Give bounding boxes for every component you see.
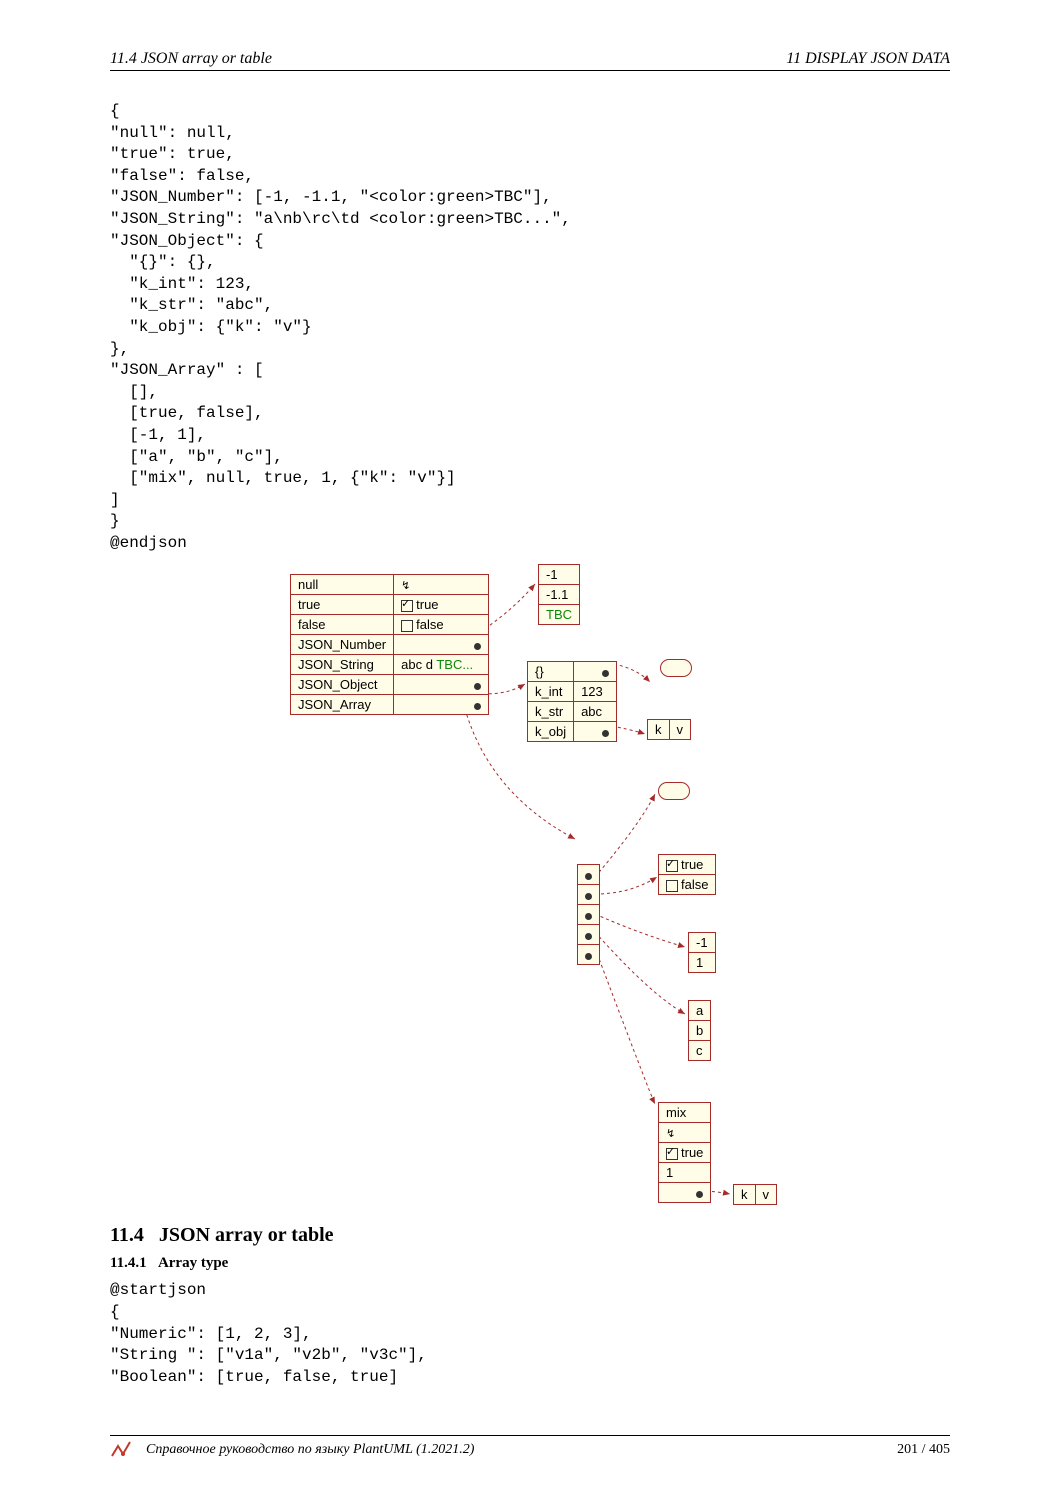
cell: k_obj <box>528 722 574 742</box>
cell: 1 <box>689 953 716 973</box>
cell: k_int <box>528 682 574 702</box>
cell: true <box>394 595 489 615</box>
header-left: 11.4 JSON array or table <box>110 50 272 68</box>
cell: ↯ <box>659 1123 711 1143</box>
cell: 1 <box>659 1163 711 1183</box>
cell <box>394 675 489 695</box>
header-right: 11 DISPLAY JSON DATA <box>786 50 950 68</box>
link-dot-icon <box>585 933 592 940</box>
cell: v <box>755 1185 777 1205</box>
cell: false <box>659 875 716 895</box>
num-array-table: -1 -1.1 TBC <box>538 564 580 625</box>
mix-table: mix ↯ true 1 <box>658 1102 711 1203</box>
page-number: 201 / 405 <box>897 1442 950 1458</box>
checkbox-icon <box>401 600 413 612</box>
cell: JSON_Number <box>291 635 394 655</box>
link-dot-icon <box>585 953 592 960</box>
link-dot-icon <box>474 683 481 690</box>
cell: -1.1 <box>539 585 580 605</box>
cell: v <box>669 720 691 740</box>
page-footer: Справочное руководство по языку PlantUML… <box>110 1435 950 1460</box>
json-diagram: null↯ truetrue falsefalse JSON_Number JS… <box>180 564 880 1204</box>
cell <box>574 722 617 742</box>
link-dot-icon <box>585 893 592 900</box>
checkbox-icon <box>401 620 413 632</box>
link-dot-icon <box>696 1191 703 1198</box>
link-dot-icon <box>602 730 609 737</box>
link-dot-icon <box>474 703 481 710</box>
checkbox-icon <box>666 1148 678 1160</box>
cell: true <box>659 1143 711 1163</box>
kv-table: kv <box>647 719 691 740</box>
cell: JSON_String <box>291 655 394 675</box>
cell: false <box>291 615 394 635</box>
abc-table: a b c <box>688 1000 711 1061</box>
cell: {} <box>528 662 574 682</box>
array-dots-table <box>577 864 600 965</box>
cell <box>578 905 600 925</box>
checkbox-icon <box>666 860 678 872</box>
cell <box>578 865 600 885</box>
cell: k <box>648 720 670 740</box>
object-table: {} k_int123 k_strabc k_obj <box>527 661 617 742</box>
empty-oval-icon <box>658 782 690 800</box>
cell: k_str <box>528 702 574 722</box>
cell: c <box>689 1041 711 1061</box>
empty-oval-icon <box>660 659 692 677</box>
cell: -1 <box>689 933 716 953</box>
cell: abc d TBC... <box>394 655 489 675</box>
cell: JSON_Array <box>291 695 394 715</box>
cell: a <box>689 1001 711 1021</box>
cell: mix <box>659 1103 711 1123</box>
tf-table: true false <box>658 854 716 895</box>
cell: k <box>734 1185 756 1205</box>
main-table: null↯ truetrue falsefalse JSON_Number JS… <box>290 574 489 715</box>
cell: -1 <box>539 565 580 585</box>
cell <box>578 945 600 965</box>
link-dot-icon <box>602 670 609 677</box>
link-dot-icon <box>585 873 592 880</box>
section-heading: 11.4 JSON array or table <box>110 1224 950 1247</box>
page-header: 11.4 JSON array or table 11 DISPLAY JSON… <box>110 50 950 71</box>
cell: true <box>291 595 394 615</box>
cell: true <box>659 855 716 875</box>
link-dot-icon <box>474 643 481 650</box>
cell <box>394 695 489 715</box>
cell: JSON_Object <box>291 675 394 695</box>
cell: ↯ <box>394 575 489 595</box>
cell: TBC <box>539 605 580 625</box>
cell: b <box>689 1021 711 1041</box>
checkbox-icon <box>666 880 678 892</box>
kv-table-2: kv <box>733 1184 777 1205</box>
cell: abc <box>574 702 617 722</box>
cell: 123 <box>574 682 617 702</box>
cell: null <box>291 575 394 595</box>
neg-one-table: -1 1 <box>688 932 716 973</box>
link-dot-icon <box>585 913 592 920</box>
cell: false <box>394 615 489 635</box>
plantuml-logo-icon <box>110 1440 136 1460</box>
code-block-2: @startjson { "Numeric": [1, 2, 3], "Stri… <box>110 1280 950 1388</box>
cell <box>394 635 489 655</box>
footer-text: Справочное руководство по языку PlantUML… <box>146 1442 897 1458</box>
cell <box>659 1183 711 1203</box>
cell <box>578 885 600 905</box>
code-block-1: { "null": null, "true": true, "false": f… <box>110 101 950 554</box>
cell <box>574 662 617 682</box>
cell <box>578 925 600 945</box>
subsection-heading: 11.4.1 Array type <box>110 1255 950 1272</box>
